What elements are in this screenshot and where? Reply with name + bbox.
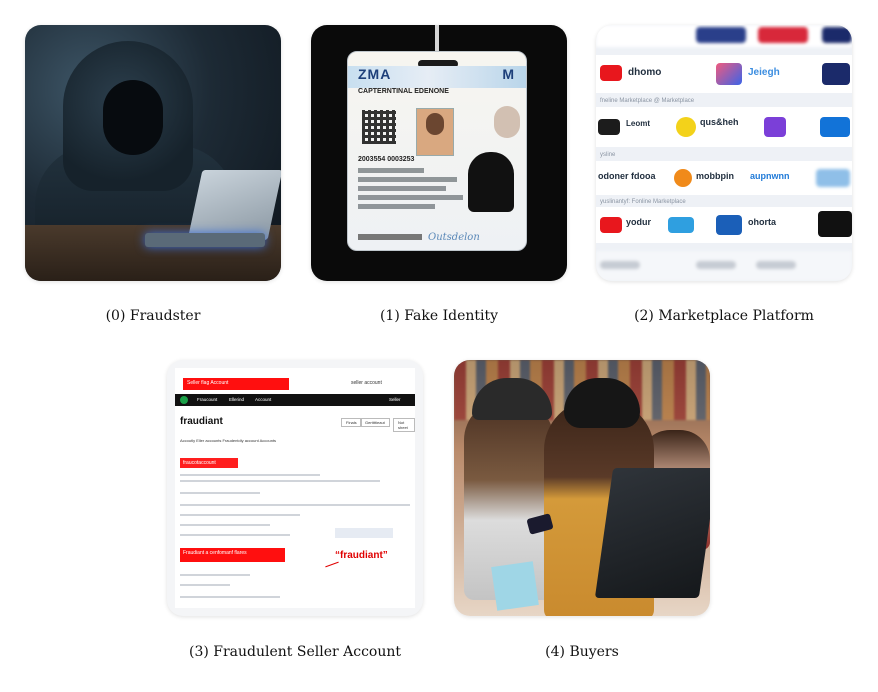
fake-identity-image: ZMA M CAPTERNTINAL EDENONE 2003554 00032… [311,25,567,281]
marketplace-row-4: yodur ohorta [596,207,852,243]
app-logo-icon [676,117,696,137]
arrow-icon [325,561,339,568]
card-text-lines [358,164,468,213]
nav-bar: Fraucount Ellerind Account Seller [175,394,415,406]
nav-item: Fraucount [197,397,218,402]
app-logo-icon [598,119,620,135]
caption-1: (1) Fake Identity [379,308,499,324]
card-brand-right: M [502,66,514,82]
card-header: CAPTERNTINAL EDENONE [358,88,449,95]
top-row [596,25,852,47]
card-id-number: 2003554 0003253 [358,156,415,163]
app-logo-icon [818,211,852,237]
red-label: fraucotaccount [180,458,238,468]
nav-logo-icon [180,396,188,404]
laptop [594,468,710,598]
silhouette-photo [468,152,514,212]
play-logo-icon [600,65,622,81]
seller-account-label: seller account [351,380,382,386]
nav-item: Seller [389,397,401,402]
account-tabs: Accoutly Eller accounts Fraudentdly acco… [180,438,277,443]
platform-name: mobbpin [696,171,734,181]
section-label: yuslinantyf: Fonline Marketplace [600,199,686,205]
card-brand-left: ZMA [358,66,392,82]
red-banner: Fraudiant a cenfomanf flares [180,548,285,562]
section-label: ysline [600,152,616,158]
action-button: Gerttttieaut [360,418,390,427]
marketplace-row-1: dhomo Jeiegh [596,55,852,93]
caption-0: (0) Fraudster [105,308,201,324]
side-panel [335,528,393,538]
play-logo-icon [600,217,622,233]
section-label: fneline Marketplace @ Marketplace [600,98,695,104]
app-logo-icon [764,117,786,137]
caption-2: (2) Marketplace Platform [634,308,814,324]
action-button: Finals [341,418,362,427]
barcode [358,234,422,240]
app-logo-icon [820,117,850,137]
shadowed-face [103,80,163,155]
nav-item: Ellerind [229,397,245,402]
laptop [187,170,281,240]
buyers-image [454,360,710,616]
platform-name: dhomo [628,67,662,78]
app-logo-icon [816,169,850,187]
platform-name: Leomt [626,119,650,128]
platform-name: ohorta [748,217,776,227]
caption-4: (4) Buyers [545,644,619,660]
card-signature: Outsdelon [428,232,480,243]
app-logo-icon [674,169,692,187]
marketplace-row-3: odoner fdooa mobbpin aupnwnn [596,161,852,195]
id-card: ZMA M CAPTERNTINAL EDENONE 2003554 00032… [347,51,527,251]
marketplace-row-2: Leomt qus&heh [596,107,852,147]
platform-name: aupnwnn [750,171,790,181]
package [491,561,539,611]
app-logo-icon [822,63,850,85]
marketplace-platform-image: dhomo Jeiegh fneline Marketplace @ Marke… [596,25,852,281]
fraudster-image [25,25,281,281]
qr-code-icon [362,110,396,144]
hologram-photo [494,106,520,138]
account-page: Seller flag Account seller account Frauc… [175,368,415,608]
red-tab: Seller flag Account [183,378,289,390]
app-logo-icon [668,217,694,233]
page-heading: fraudiant [180,416,223,427]
app-logo-icon [716,63,742,85]
platform-name: Jeiegh [748,67,780,78]
app-logo-icon [716,215,742,235]
platform-name: yodur [626,217,652,227]
nav-item: Account [255,397,272,402]
fraudulent-seller-account-image: Seller flag Account seller account Frauc… [167,360,423,616]
platform-name: odoner fdooa [598,171,656,181]
id-photo [416,108,454,156]
platform-name: qus&heh [700,117,739,127]
keyboard-glow [145,233,265,247]
action-button: Not sheet [393,418,415,432]
fraudiant-stamp: “fraudiant” [335,550,388,561]
caption-3: (3) Fraudulent Seller Account [188,644,402,660]
